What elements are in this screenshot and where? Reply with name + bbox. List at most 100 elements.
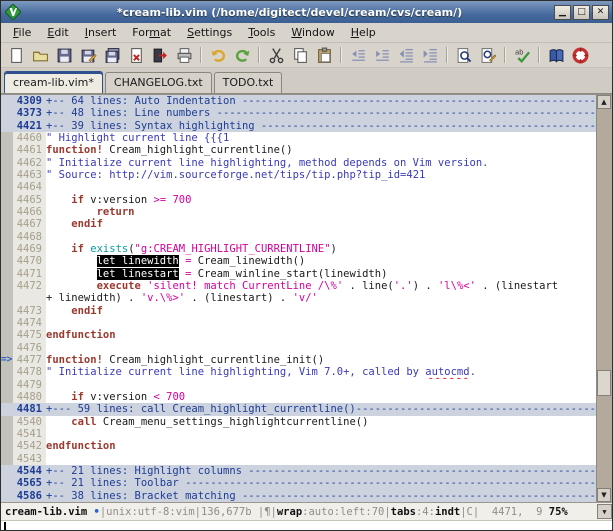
new-file-icon[interactable] <box>4 45 28 66</box>
find-replace-icon[interactable] <box>476 45 500 66</box>
line-text: endif <box>46 218 596 230</box>
scroll-up-button[interactable]: ▲ <box>597 95 611 109</box>
menu-bar: FileEditInsertFormatSettingsToolsWindowH… <box>1 23 612 43</box>
unindent-icon[interactable] <box>346 45 370 66</box>
spell-check-icon[interactable]: ab <box>510 45 534 66</box>
sign-column <box>1 268 13 280</box>
code-line: 4466 return <box>1 206 596 218</box>
line-text: " Source: http://vim.sourceforge.net/tip… <box>46 169 596 181</box>
save-all-icon[interactable] <box>100 45 124 66</box>
code-line: 4542endfunction <box>1 440 596 452</box>
undo-icon[interactable] <box>206 45 230 66</box>
save-as-icon[interactable] <box>76 45 100 66</box>
line-number: 4586 <box>13 490 46 502</box>
redo-icon[interactable] <box>230 45 254 66</box>
print-icon[interactable] <box>172 45 196 66</box>
paste-icon[interactable] <box>312 45 336 66</box>
unindent-block-icon[interactable] <box>394 45 418 66</box>
scrollbar-thumb[interactable] <box>597 370 611 396</box>
code-buffer[interactable]: 4309+-- 64 lines: Auto Indentation -----… <box>1 95 596 502</box>
sign-column <box>1 342 13 354</box>
open-folder-icon[interactable] <box>28 45 52 66</box>
line-text <box>46 317 596 329</box>
code-line: =>4477function! Cream_highlight_currentl… <box>1 354 596 366</box>
line-number: 4541 <box>13 428 46 440</box>
sign-column <box>1 403 13 415</box>
maximize-button[interactable]: □ <box>573 5 590 20</box>
sign-column <box>1 95 13 107</box>
line-number: 4480 <box>13 391 46 403</box>
command-line[interactable] <box>1 520 612 531</box>
vertical-scrollbar[interactable]: ▲ ▼ <box>596 95 612 502</box>
close-button[interactable]: ✕ <box>592 5 609 20</box>
fold-line[interactable]: 4481+--- 59 lines: call Cream_highlight_… <box>1 403 596 415</box>
line-number: 4467 <box>13 218 46 230</box>
scroll-down-button[interactable]: ▼ <box>597 488 611 502</box>
code-line: 4472 execute 'silent! match CurrentLine … <box>1 280 596 292</box>
code-line: 4462" Initialize current line highlighti… <box>1 157 596 169</box>
line-text: function! Cream_highlight_currentline() <box>46 144 596 156</box>
status-dot: • <box>87 506 100 518</box>
menu-edit[interactable]: Edit <box>39 24 76 41</box>
line-number: 4464 <box>13 181 46 193</box>
menu-help[interactable]: Help <box>343 24 384 41</box>
fold-line[interactable]: 4544+-- 21 lines: Highlight columns ----… <box>1 465 596 477</box>
toolbar-separator <box>258 47 260 63</box>
sign-column <box>1 280 13 292</box>
menu-insert[interactable]: Insert <box>77 24 125 41</box>
help-icon[interactable] <box>568 45 592 66</box>
code-line: 4463" Source: http://vim.sourceforge.net… <box>1 169 596 181</box>
sign-column <box>1 490 13 502</box>
sign-column <box>1 107 13 119</box>
menu-window[interactable]: Window <box>283 24 342 41</box>
fold-line[interactable]: 4421+-- 39 lines: Syntax highlighting --… <box>1 120 596 132</box>
line-text: if exists("g:CREAM_HIGHLIGHT_CURRENTLINE… <box>46 243 596 255</box>
fold-line[interactable]: 4565+-- 21 lines: Toolbar --------------… <box>1 477 596 489</box>
menu-file[interactable]: File <box>5 24 39 41</box>
sign-column <box>1 428 13 440</box>
toolbar: ab <box>1 43 612 68</box>
fold-line[interactable]: 4586+-- 38 lines: Bracket matching -----… <box>1 490 596 502</box>
menu-tools[interactable]: Tools <box>240 24 283 41</box>
menu-format[interactable]: Format <box>124 24 179 41</box>
toolbar-separator <box>200 47 202 63</box>
code-line: 4473 endif <box>1 305 596 317</box>
code-line: 4479 <box>1 379 596 391</box>
save-icon[interactable] <box>52 45 76 66</box>
minimize-button[interactable]: ▁ <box>554 5 571 20</box>
sign-column <box>1 329 13 341</box>
exit-icon[interactable] <box>148 45 172 66</box>
status-bar: cream-lib.vim •|unix:utf-8:vim|136,677b … <box>1 502 612 520</box>
menu-settings[interactable]: Settings <box>179 24 240 41</box>
line-number: 4475 <box>13 329 46 341</box>
find-icon[interactable] <box>452 45 476 66</box>
title-bar[interactable]: *cream-lib.vim (/home/digitect/devel/cre… <box>1 1 612 23</box>
sign-column <box>1 391 13 403</box>
code-line: 4470 let linewidth = Cream_linewidth() <box>1 255 596 267</box>
line-number: 4543 <box>13 453 46 465</box>
close-file-icon[interactable] <box>124 45 148 66</box>
copy-icon[interactable] <box>288 45 312 66</box>
tab-todo-txt[interactable]: TODO.txt <box>214 72 283 93</box>
line-text <box>46 428 596 440</box>
indent-block-icon[interactable] <box>418 45 442 66</box>
cut-icon[interactable] <box>264 45 288 66</box>
tab-cream-lib-vim-[interactable]: cream-lib.vim* <box>4 71 103 93</box>
status-dropdown-button[interactable]: ▼ <box>597 504 612 519</box>
indent-icon[interactable] <box>370 45 394 66</box>
sign-column <box>1 194 13 206</box>
line-text: execute 'silent! match CurrentLine /\%' … <box>46 280 596 292</box>
fold-line[interactable]: 4373+-- 48 lines: Line numbers ---------… <box>1 107 596 119</box>
sign-column <box>1 231 13 243</box>
sign-column <box>1 477 13 489</box>
fold-line[interactable]: 4309+-- 64 lines: Auto Indentation -----… <box>1 95 596 107</box>
sign-column <box>1 243 13 255</box>
line-text: +-- 48 lines: Line numbers -------------… <box>46 107 596 119</box>
status-bold: tabs <box>391 506 416 518</box>
toolbar-separator <box>446 47 448 63</box>
code-line: 4467 endif <box>1 218 596 230</box>
tab-changelog-txt[interactable]: CHANGELOG.txt <box>105 72 212 93</box>
line-number: 4476 <box>13 342 46 354</box>
dictionary-icon[interactable] <box>544 45 568 66</box>
line-number: 4481 <box>13 403 46 415</box>
